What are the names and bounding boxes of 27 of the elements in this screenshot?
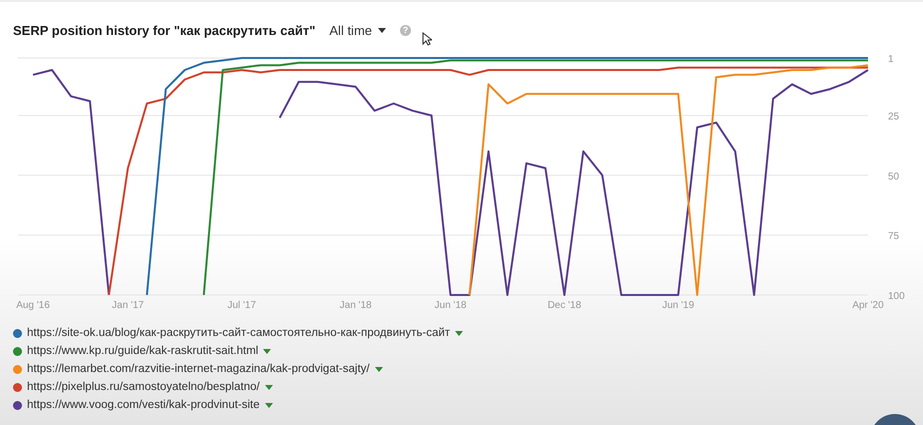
y-tick-label: 25 bbox=[888, 111, 900, 122]
x-tick-label: Jul '17 bbox=[227, 300, 256, 311]
legend-link[interactable]: https://www.voog.com/vesti/kak-prodvinut-site bbox=[27, 399, 260, 411]
y-tick-label: 100 bbox=[888, 291, 905, 302]
range-dropdown[interactable]: All time bbox=[329, 22, 386, 38]
chart-title: SERP position history for "как раскрутить сайт" bbox=[13, 22, 316, 38]
x-tick-label: Jan '18 bbox=[340, 300, 372, 311]
legend-link[interactable]: https://lemarbet.com/razvitie-internet-magazina/kak-prodvigat-sajty/ bbox=[27, 363, 370, 375]
x-tick-label: Dec '18 bbox=[548, 300, 582, 311]
x-tick-label: Apr '20 bbox=[852, 300, 884, 311]
x-tick-label: Jun '18 bbox=[434, 300, 466, 311]
y-tick-label: 1 bbox=[888, 54, 894, 65]
x-tick-label: Aug '16 bbox=[16, 300, 50, 311]
cursor-icon bbox=[422, 32, 432, 46]
y-tick-label: 50 bbox=[888, 171, 900, 182]
caret-icon[interactable] bbox=[455, 330, 464, 336]
legend-link[interactable]: https://site-ok.ua/blog/как-раскрутить-сайт-самостоятельно-как-продвинуть-сайт bbox=[27, 327, 450, 339]
y-tick-label: 75 bbox=[888, 231, 900, 242]
legend-link[interactable]: https://www.kp.ru/guide/kak-raskrutit-sait.html bbox=[27, 345, 258, 357]
caret-icon[interactable] bbox=[374, 366, 383, 372]
legend-link[interactable]: https://pixelplus.ru/samostoyatelno/besplatno/ bbox=[27, 381, 260, 393]
caret-icon[interactable] bbox=[263, 348, 272, 354]
x-tick-label: Jun '19 bbox=[662, 300, 694, 311]
caret-icon bbox=[378, 28, 386, 32]
caret-icon[interactable] bbox=[264, 384, 273, 390]
caret-icon[interactable] bbox=[264, 402, 273, 408]
x-tick-label: Jan '17 bbox=[112, 300, 144, 311]
